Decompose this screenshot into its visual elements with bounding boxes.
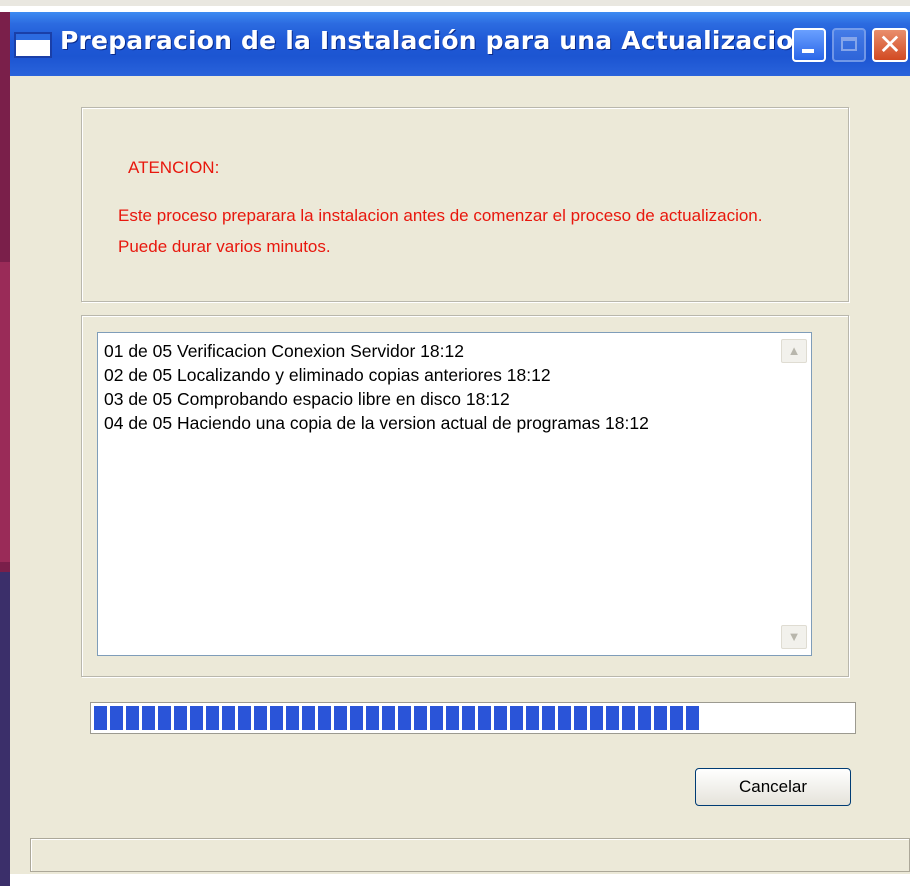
scroll-up-arrow-icon[interactable]: ▲ [781, 339, 807, 363]
log-line: 03 de 05 Comprobando espacio libre en di… [104, 389, 510, 409]
log-lines: 01 de 05 Verificacion Conexion Servidor … [104, 339, 784, 435]
scroll-down-arrow-icon[interactable]: ▼ [781, 625, 807, 649]
close-button[interactable]: ✕ [872, 28, 908, 62]
maximize-button [832, 28, 866, 62]
window-app-icon [14, 32, 52, 58]
progress-fill [94, 706, 700, 730]
progress-bar [90, 702, 856, 734]
desktop-top-strip [0, 0, 910, 12]
close-icon: ✕ [878, 28, 902, 61]
window-title: Preparacion de la Instalación para una A… [60, 26, 812, 55]
title-bar[interactable]: Preparacion de la Instalación para una A… [10, 12, 910, 76]
status-bar [30, 838, 910, 872]
warning-group: ATENCION: Este proceso preparara la inst… [81, 107, 849, 302]
log-group: 01 de 05 Verificacion Conexion Servidor … [81, 315, 849, 677]
log-line: 01 de 05 Verificacion Conexion Servidor … [104, 341, 464, 361]
desktop-left-edge [0, 12, 10, 886]
warning-message: Este proceso preparara la instalacion an… [118, 206, 763, 256]
log-listbox[interactable]: 01 de 05 Verificacion Conexion Servidor … [97, 332, 812, 656]
maximize-icon [841, 37, 857, 51]
dialog-window: Preparacion de la Instalación para una A… [10, 12, 910, 874]
cancel-button[interactable]: Cancelar [695, 768, 851, 806]
log-line: 04 de 05 Haciendo una copia de la versio… [104, 413, 649, 433]
minimize-button[interactable] [792, 28, 826, 62]
log-line: 02 de 05 Localizando y eliminado copias … [104, 365, 551, 385]
minimize-icon [802, 49, 814, 53]
warning-title: ATENCION: [128, 158, 220, 177]
